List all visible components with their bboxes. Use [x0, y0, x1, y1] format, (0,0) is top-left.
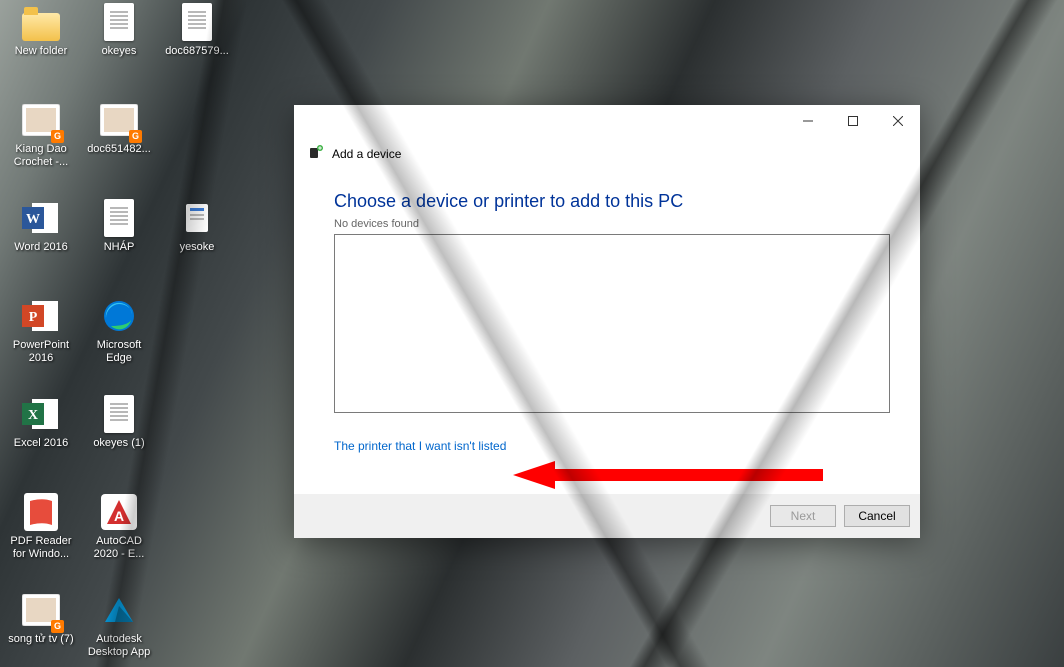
- next-button: Next: [770, 505, 836, 527]
- desktop-icon-label: Word 2016: [14, 241, 68, 254]
- printer-not-listed-link[interactable]: The printer that I want isn't listed: [334, 439, 506, 453]
- desktop-icon-word2016[interactable]: W Word 2016: [4, 196, 78, 294]
- desktop-icon-label: PDF Reader for Windo...: [5, 535, 77, 561]
- desktop-icon-autocad[interactable]: A AutoCAD 2020 - E...: [82, 490, 156, 588]
- desktop-icon-label: yesoke: [180, 241, 215, 254]
- desktop-icon-nhap[interactable]: NHÁP: [82, 196, 156, 294]
- ppt2016-icon: P: [21, 296, 61, 336]
- desktop-icon-label: Autodesk Desktop App: [83, 633, 155, 659]
- yesoke-icon: [177, 198, 217, 238]
- maximize-button[interactable]: [830, 105, 875, 136]
- desktop-icon-label: New folder: [15, 45, 68, 58]
- close-button[interactable]: [875, 105, 920, 136]
- minimize-button[interactable]: [785, 105, 830, 136]
- desktop-icon-label: doc687579...: [165, 45, 229, 58]
- new-folder-icon: [21, 2, 61, 42]
- nhap-icon: [99, 198, 139, 238]
- svg-text:X: X: [28, 408, 38, 423]
- desktop-icon-label: okeyes (1): [93, 437, 144, 450]
- okeyes-icon: [99, 2, 139, 42]
- autodeskapp-icon: [99, 590, 139, 630]
- excel2016-icon: X: [21, 394, 61, 434]
- add-device-dialog: Add a device Choose a device or printer …: [294, 105, 920, 538]
- desktop: New folder okeyes doc687579... G Kiang Dao C…: [0, 0, 1064, 667]
- desktop-icon-label: Microsoft Edge: [83, 339, 155, 365]
- titlebar: [294, 105, 920, 136]
- dialog-content: Choose a device or printer to add to thi…: [294, 163, 920, 494]
- cancel-button[interactable]: Cancel: [844, 505, 910, 527]
- songtu-icon: G: [21, 590, 61, 630]
- autocad-icon: A: [99, 492, 139, 532]
- desktop-icon-label: Kiang Dao Crochet -...: [5, 143, 77, 169]
- dialog-header: Add a device: [294, 136, 920, 163]
- desktop-icons-grid: New folder okeyes doc687579... G Kiang Dao C…: [0, 0, 234, 667]
- desktop-icon-label: AutoCAD 2020 - E...: [83, 535, 155, 561]
- desktop-icon-doc651482[interactable]: Gdoc651482...: [82, 98, 156, 196]
- desktop-icon-okeyes1[interactable]: okeyes (1): [82, 392, 156, 490]
- okeyes1-icon: [99, 394, 139, 434]
- svg-text:W: W: [26, 212, 40, 227]
- svg-text:A: A: [114, 508, 124, 524]
- devices-status: No devices found: [334, 218, 880, 230]
- doc651482-icon: G: [99, 100, 139, 140]
- doc687579-icon: [177, 2, 217, 42]
- pdfreader-icon: [21, 492, 61, 532]
- desktop-icon-pdfreader[interactable]: PDF Reader for Windo...: [4, 490, 78, 588]
- kiangdao-icon: G: [21, 100, 61, 140]
- desktop-icon-yesoke[interactable]: yesoke: [160, 196, 234, 294]
- dialog-footer: Next Cancel: [294, 494, 920, 538]
- desktop-icon-kiangdao[interactable]: G Kiang Dao Crochet -...: [4, 98, 78, 196]
- desktop-icon-label: NHÁP: [104, 241, 135, 254]
- desktop-icon-songtu[interactable]: Gsong tử tv (7): [4, 588, 78, 667]
- add-device-icon: [308, 144, 324, 163]
- edge-icon: [99, 296, 139, 336]
- desktop-icon-label: song tử tv (7): [8, 633, 73, 646]
- desktop-icon-new-folder[interactable]: New folder: [4, 0, 78, 98]
- dialog-title: Add a device: [332, 147, 401, 161]
- desktop-icon-okeyes[interactable]: okeyes: [82, 0, 156, 98]
- word2016-icon: W: [21, 198, 61, 238]
- desktop-icon-autodeskapp[interactable]: Autodesk Desktop App: [82, 588, 156, 667]
- desktop-icon-label: Excel 2016: [14, 437, 68, 450]
- device-list[interactable]: [334, 234, 890, 413]
- desktop-icon-excel2016[interactable]: X Excel 2016: [4, 392, 78, 490]
- desktop-icon-doc687579[interactable]: doc687579...: [160, 0, 234, 98]
- desktop-icon-edge[interactable]: Microsoft Edge: [82, 294, 156, 392]
- desktop-icon-ppt2016[interactable]: P PowerPoint 2016: [4, 294, 78, 392]
- desktop-icon-label: PowerPoint 2016: [5, 339, 77, 365]
- desktop-icon-label: okeyes: [102, 45, 137, 58]
- desktop-icon-label: doc651482...: [87, 143, 151, 156]
- dialog-heading: Choose a device or printer to add to thi…: [334, 191, 880, 212]
- svg-text:P: P: [29, 310, 38, 325]
